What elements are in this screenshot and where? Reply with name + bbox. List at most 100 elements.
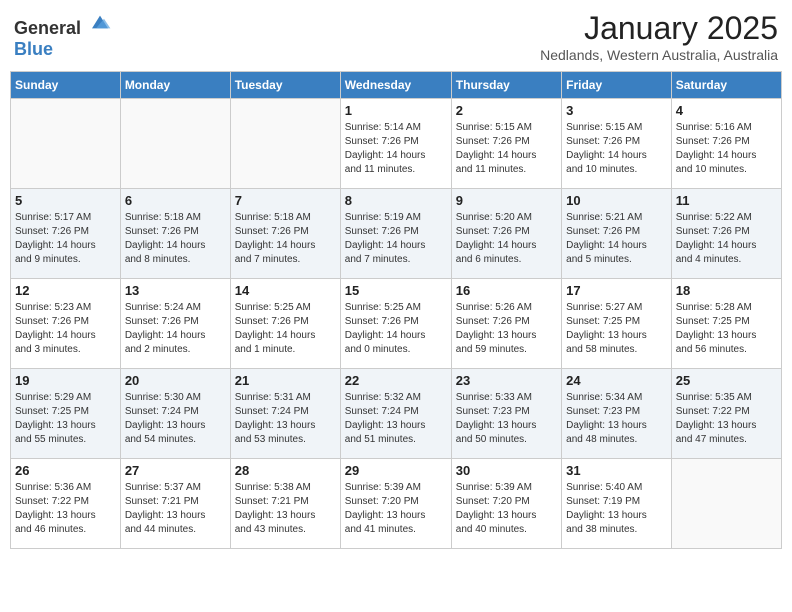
header-monday: Monday bbox=[120, 72, 230, 99]
cell-w5-d2: 28 Sunrise: 5:38 AM Sunset: 7:21 PM Dayli… bbox=[230, 459, 340, 549]
day-info: Sunrise: 5:39 AM Sunset: 7:20 PM Dayligh… bbox=[345, 481, 447, 537]
day-info: Sunrise: 5:25 AM Sunset: 7:26 PM Dayligh… bbox=[235, 301, 336, 357]
day-number: 27 bbox=[125, 463, 226, 478]
cell-w3-d4: 16Sunrise: 5:26 AM Sunset: 7:26 PM Dayli… bbox=[451, 279, 561, 369]
day-info: Sunrise: 5:36 AM Sunset: 7:22 PM Dayligh… bbox=[15, 481, 116, 537]
cell-w2-d4: 9 Sunrise: 5:20 AM Sunset: 7:26 PM Daylig… bbox=[451, 189, 561, 279]
day-number: 10 bbox=[566, 193, 667, 208]
day-number: 22 bbox=[345, 373, 447, 388]
day-info: Sunrise: 5:38 AM Sunset: 7:21 PM Dayligh… bbox=[235, 481, 336, 537]
day-number: 11 bbox=[676, 193, 777, 208]
day-number: 6 bbox=[125, 193, 226, 208]
page-header: General Blue January 2025 Nedlands, West… bbox=[10, 10, 782, 63]
day-number: 2 bbox=[456, 103, 557, 118]
day-info: Sunrise: 5:28 AM Sunset: 7:25 PM Dayligh… bbox=[676, 301, 777, 357]
cell-w3-d1: 13 Sunrise: 5:24 AM Sunset: 7:26 PM Dayli… bbox=[120, 279, 230, 369]
cell-w3-d5: 17 Sunrise: 5:27 AM Sunset: 7:25 PM Dayli… bbox=[562, 279, 672, 369]
day-info: Sunrise: 5:35 AM Sunset: 7:22 PM Dayligh… bbox=[676, 391, 777, 447]
cell-w3-d3: 15Sunrise: 5:25 AM Sunset: 7:26 PM Dayli… bbox=[340, 279, 451, 369]
day-number: 31 bbox=[566, 463, 667, 478]
calendar-header: Sunday Monday Tuesday Wednesday Thursday… bbox=[11, 72, 782, 99]
cell-w4-d6: 25 Sunrise: 5:35 AM Sunset: 7:22 PM Dayli… bbox=[671, 369, 781, 459]
cell-w1-d0 bbox=[11, 99, 121, 189]
cell-w1-d6: 4Sunrise: 5:16 AM Sunset: 7:26 PM Daylig… bbox=[671, 99, 781, 189]
day-info: Sunrise: 5:21 AM Sunset: 7:26 PM Dayligh… bbox=[566, 211, 667, 267]
day-info: Sunrise: 5:15 AM Sunset: 7:26 PM Dayligh… bbox=[456, 121, 557, 177]
day-info: Sunrise: 5:40 AM Sunset: 7:19 PM Dayligh… bbox=[566, 481, 667, 537]
cell-w2-d1: 6 Sunrise: 5:18 AM Sunset: 7:26 PM Daylig… bbox=[120, 189, 230, 279]
cell-w5-d5: 31 Sunrise: 5:40 AM Sunset: 7:19 PM Dayli… bbox=[562, 459, 672, 549]
day-number: 29 bbox=[345, 463, 447, 478]
day-number: 18 bbox=[676, 283, 777, 298]
header-saturday: Saturday bbox=[671, 72, 781, 99]
day-info: Sunrise: 5:23 AM Sunset: 7:26 PM Dayligh… bbox=[15, 301, 116, 357]
day-number: 12 bbox=[15, 283, 116, 298]
day-info: Sunrise: 5:17 AM Sunset: 7:26 PM Dayligh… bbox=[15, 211, 116, 267]
week-row-1: 1 Sunrise: 5:14 AM Sunset: 7:26 PM Daylig… bbox=[11, 99, 782, 189]
week-row-5: 26 Sunrise: 5:36 AM Sunset: 7:22 PM Dayli… bbox=[11, 459, 782, 549]
day-info: Sunrise: 5:19 AM Sunset: 7:26 PM Dayligh… bbox=[345, 211, 447, 267]
day-info: Sunrise: 5:20 AM Sunset: 7:26 PM Dayligh… bbox=[456, 211, 557, 267]
logo-icon bbox=[88, 10, 112, 34]
cell-w2-d0: 5Sunrise: 5:17 AM Sunset: 7:26 PM Daylig… bbox=[11, 189, 121, 279]
cell-w2-d6: 11 Sunrise: 5:22 AM Sunset: 7:26 PM Dayli… bbox=[671, 189, 781, 279]
day-info: Sunrise: 5:27 AM Sunset: 7:25 PM Dayligh… bbox=[566, 301, 667, 357]
day-info: Sunrise: 5:22 AM Sunset: 7:26 PM Dayligh… bbox=[676, 211, 777, 267]
day-info: Sunrise: 5:26 AM Sunset: 7:26 PM Dayligh… bbox=[456, 301, 557, 357]
cell-w3-d6: 18 Sunrise: 5:28 AM Sunset: 7:25 PM Dayli… bbox=[671, 279, 781, 369]
day-number: 17 bbox=[566, 283, 667, 298]
day-number: 4 bbox=[676, 103, 777, 118]
day-number: 1 bbox=[345, 103, 447, 118]
cell-w1-d2 bbox=[230, 99, 340, 189]
day-number: 25 bbox=[676, 373, 777, 388]
day-number: 9 bbox=[456, 193, 557, 208]
day-number: 13 bbox=[125, 283, 226, 298]
calendar-body: 1 Sunrise: 5:14 AM Sunset: 7:26 PM Daylig… bbox=[11, 99, 782, 549]
cell-w3-d2: 14 Sunrise: 5:25 AM Sunset: 7:26 PM Dayli… bbox=[230, 279, 340, 369]
day-info: Sunrise: 5:31 AM Sunset: 7:24 PM Dayligh… bbox=[235, 391, 336, 447]
day-info: Sunrise: 5:37 AM Sunset: 7:21 PM Dayligh… bbox=[125, 481, 226, 537]
cell-w4-d3: 22 Sunrise: 5:32 AM Sunset: 7:24 PM Dayli… bbox=[340, 369, 451, 459]
week-row-3: 12 Sunrise: 5:23 AM Sunset: 7:26 PM Dayli… bbox=[11, 279, 782, 369]
cell-w5-d1: 27 Sunrise: 5:37 AM Sunset: 7:21 PM Dayli… bbox=[120, 459, 230, 549]
day-info: Sunrise: 5:24 AM Sunset: 7:26 PM Dayligh… bbox=[125, 301, 226, 357]
cell-w2-d5: 10 Sunrise: 5:21 AM Sunset: 7:26 PM Dayli… bbox=[562, 189, 672, 279]
cell-w5-d0: 26 Sunrise: 5:36 AM Sunset: 7:22 PM Dayli… bbox=[11, 459, 121, 549]
title-block: January 2025 Nedlands, Western Australia… bbox=[540, 10, 778, 63]
location-title: Nedlands, Western Australia, Australia bbox=[540, 47, 778, 63]
day-number: 26 bbox=[15, 463, 116, 478]
cell-w4-d2: 21 Sunrise: 5:31 AM Sunset: 7:24 PM Dayli… bbox=[230, 369, 340, 459]
cell-w3-d0: 12 Sunrise: 5:23 AM Sunset: 7:26 PM Dayli… bbox=[11, 279, 121, 369]
day-info: Sunrise: 5:14 AM Sunset: 7:26 PM Dayligh… bbox=[345, 121, 447, 177]
day-info: Sunrise: 5:33 AM Sunset: 7:23 PM Dayligh… bbox=[456, 391, 557, 447]
cell-w4-d5: 24Sunrise: 5:34 AM Sunset: 7:23 PM Dayli… bbox=[562, 369, 672, 459]
day-info: Sunrise: 5:18 AM Sunset: 7:26 PM Dayligh… bbox=[235, 211, 336, 267]
calendar-table: Sunday Monday Tuesday Wednesday Thursday… bbox=[10, 71, 782, 549]
day-info: Sunrise: 5:32 AM Sunset: 7:24 PM Dayligh… bbox=[345, 391, 447, 447]
logo-text: General Blue bbox=[14, 10, 112, 60]
day-info: Sunrise: 5:30 AM Sunset: 7:24 PM Dayligh… bbox=[125, 391, 226, 447]
day-info: Sunrise: 5:29 AM Sunset: 7:25 PM Dayligh… bbox=[15, 391, 116, 447]
day-info: Sunrise: 5:18 AM Sunset: 7:26 PM Dayligh… bbox=[125, 211, 226, 267]
day-number: 3 bbox=[566, 103, 667, 118]
day-number: 14 bbox=[235, 283, 336, 298]
day-number: 8 bbox=[345, 193, 447, 208]
day-number: 30 bbox=[456, 463, 557, 478]
day-number: 15 bbox=[345, 283, 447, 298]
cell-w2-d3: 8 Sunrise: 5:19 AM Sunset: 7:26 PM Daylig… bbox=[340, 189, 451, 279]
month-title: January 2025 bbox=[540, 10, 778, 47]
day-number: 24 bbox=[566, 373, 667, 388]
day-number: 7 bbox=[235, 193, 336, 208]
week-row-4: 19Sunrise: 5:29 AM Sunset: 7:25 PM Dayli… bbox=[11, 369, 782, 459]
header-thursday: Thursday bbox=[451, 72, 561, 99]
day-number: 21 bbox=[235, 373, 336, 388]
cell-w5-d6 bbox=[671, 459, 781, 549]
cell-w4-d1: 20Sunrise: 5:30 AM Sunset: 7:24 PM Dayli… bbox=[120, 369, 230, 459]
logo-blue: Blue bbox=[14, 39, 53, 59]
logo-general: General bbox=[14, 18, 81, 38]
day-number: 28 bbox=[235, 463, 336, 478]
week-row-2: 5Sunrise: 5:17 AM Sunset: 7:26 PM Daylig… bbox=[11, 189, 782, 279]
cell-w5-d4: 30Sunrise: 5:39 AM Sunset: 7:20 PM Dayli… bbox=[451, 459, 561, 549]
header-wednesday: Wednesday bbox=[340, 72, 451, 99]
cell-w4-d0: 19Sunrise: 5:29 AM Sunset: 7:25 PM Dayli… bbox=[11, 369, 121, 459]
